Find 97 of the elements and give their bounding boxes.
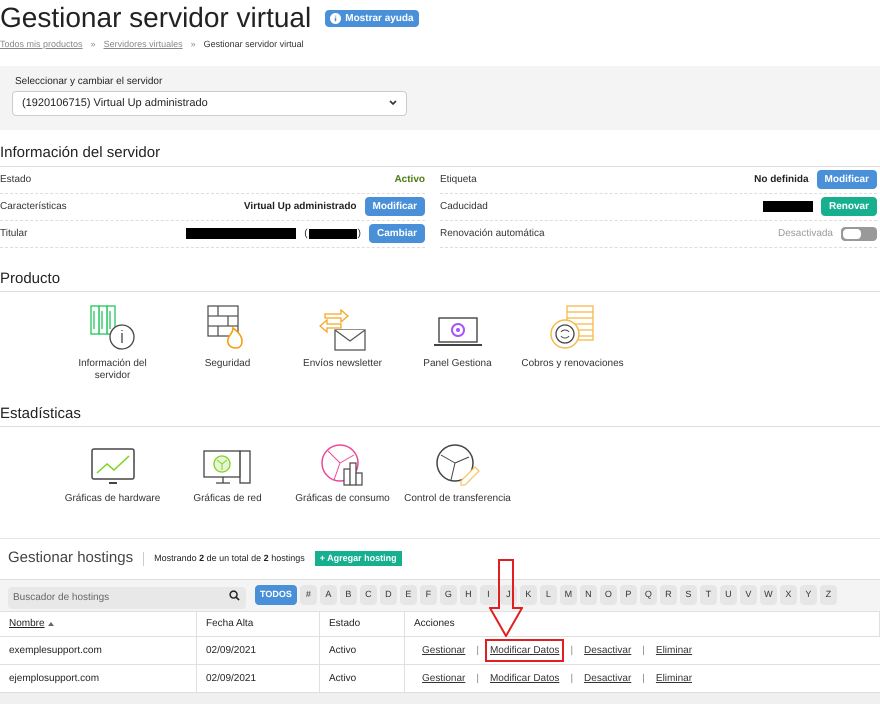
line-chart-icon xyxy=(90,446,136,486)
letter-filter[interactable]: B xyxy=(340,585,357,605)
action-link[interactable]: Gestionar xyxy=(417,638,470,662)
link-separator: | xyxy=(476,672,479,686)
letter-filter[interactable]: U xyxy=(720,585,737,605)
letter-filter[interactable]: D xyxy=(380,585,397,605)
link-separator: | xyxy=(642,644,645,658)
paren-text: ( ) xyxy=(304,227,361,241)
letter-filter[interactable]: I xyxy=(480,585,497,605)
letter-filter[interactable]: Q xyxy=(640,585,657,605)
link-separator: | xyxy=(642,672,645,686)
stats-link[interactable]: Gráficas de red xyxy=(193,492,262,504)
redaction-bar xyxy=(762,201,813,212)
letter-filter[interactable]: R xyxy=(660,585,677,605)
action-link[interactable]: Desactivar xyxy=(579,666,636,690)
page-title: Gestionar servidor virtual xyxy=(0,1,312,35)
column-header: Acciones xyxy=(414,617,455,631)
stats-link[interactable]: Gráficas de hardware xyxy=(64,492,160,504)
letter-filter[interactable]: N xyxy=(580,585,597,605)
sortable-column-header[interactable]: Nombre xyxy=(9,616,54,631)
table-cell-text: ejemplosupport.com xyxy=(9,672,100,686)
letter-filter[interactable]: O xyxy=(600,585,617,605)
action-link[interactable]: Eliminar xyxy=(650,666,698,690)
pie-pencil-icon xyxy=(434,442,480,486)
column-header: Fecha Alta xyxy=(206,617,254,631)
table-cell-text: 02/09/2021 xyxy=(206,672,256,686)
section-title: Estadísticas xyxy=(0,404,82,422)
breadcrumb-separator: » xyxy=(190,38,196,51)
letter-filter[interactable]: V xyxy=(740,585,757,605)
link-separator: | xyxy=(476,644,479,658)
server-select[interactable]: (1920106715) Virtual Up administrado xyxy=(12,90,407,116)
table-cell-text: 02/09/2021 xyxy=(206,644,256,658)
section-title: Información del servidor xyxy=(0,144,162,162)
letter-filter[interactable]: T xyxy=(700,585,717,605)
hostings-summary: Mostrando 2 de un total de 2 hostings xyxy=(154,552,305,565)
chevron-down-icon xyxy=(389,100,397,106)
letter-filter[interactable]: M xyxy=(560,585,577,605)
search-field[interactable]: Buscador de hostings xyxy=(8,586,246,608)
letter-filter[interactable]: Y xyxy=(800,585,817,605)
status-value: Activo xyxy=(394,173,425,187)
search-icon xyxy=(229,590,240,601)
product-link[interactable]: Seguridad xyxy=(175,358,280,370)
letter-filter[interactable]: W xyxy=(760,585,777,605)
column-header: Estado xyxy=(329,617,360,631)
link-separator: | xyxy=(570,644,574,658)
product-link[interactable]: Panel Gestiona xyxy=(405,358,510,370)
product-link[interactable]: Información del servidor xyxy=(60,358,165,382)
server-info-icon xyxy=(88,304,136,352)
letter-filter[interactable]: S xyxy=(680,585,697,605)
stats-link[interactable]: Gráficas de consumo xyxy=(295,492,390,504)
letter-filter[interactable]: G xyxy=(440,585,457,605)
sort-icon xyxy=(48,622,54,626)
letter-filter[interactable]: # xyxy=(300,585,317,605)
mail-arrows-icon xyxy=(316,308,368,352)
select-label: Seleccionar y cambiar el servidor xyxy=(15,74,164,88)
hostings-title: Gestionar hostings xyxy=(8,548,134,568)
link-separator: | xyxy=(570,672,574,686)
product-link[interactable]: Cobros y renovaciones xyxy=(520,358,625,370)
info-icon xyxy=(330,12,342,24)
info-label: Titular xyxy=(0,227,28,241)
letter-filter[interactable]: H xyxy=(460,585,477,605)
letter-filter[interactable]: L xyxy=(540,585,557,605)
letter-filter[interactable]: A xyxy=(320,585,337,605)
info-label: Renovación automática xyxy=(440,227,545,241)
action-link[interactable]: Modificar Datos xyxy=(484,666,564,690)
toggle-value: Desactivada xyxy=(778,227,833,241)
stats-link[interactable]: Control de transferencia xyxy=(404,492,511,504)
info-label: Etiqueta xyxy=(440,173,477,187)
letter-filter[interactable]: X xyxy=(780,585,797,605)
info-label: Caducidad xyxy=(440,200,488,214)
breadcrumb-current: Gestionar servidor virtual xyxy=(204,38,304,51)
table-cell-text: exemplesupport.com xyxy=(9,644,102,658)
info-value: Virtual Up administrado xyxy=(244,200,357,214)
info-label: Características xyxy=(0,200,67,214)
toggle-switch[interactable] xyxy=(841,226,877,240)
section-title: Producto xyxy=(0,270,62,288)
breadcrumb-separator: » xyxy=(90,38,96,51)
breadcrumb-link[interactable]: Servidores virtuales xyxy=(104,38,183,52)
letter-filter[interactable]: P xyxy=(620,585,637,605)
pie-chart-icon xyxy=(320,442,366,486)
breadcrumb-link[interactable]: Todos mis productos xyxy=(0,38,83,52)
info-label: Estado xyxy=(0,173,32,187)
letter-filter[interactable]: Z xyxy=(820,585,837,605)
letter-filter[interactable]: F xyxy=(420,585,437,605)
action-link[interactable]: Modificar Datos xyxy=(484,638,564,662)
letter-filter[interactable]: E xyxy=(400,585,417,605)
action-link[interactable]: Desactivar xyxy=(579,638,636,662)
letter-filter[interactable]: C xyxy=(360,585,377,605)
table-cell-text: Activo xyxy=(329,644,356,658)
action-link[interactable]: Eliminar xyxy=(650,638,698,662)
letter-filter[interactable]: K xyxy=(520,585,537,605)
info-value: No definida xyxy=(754,173,809,187)
redaction-bar xyxy=(308,228,357,238)
coins-icon xyxy=(548,304,596,352)
table-cell-text: Activo xyxy=(329,672,356,686)
action-link[interactable]: Gestionar xyxy=(417,666,470,690)
product-link[interactable]: Envíos newsletter xyxy=(290,358,395,370)
